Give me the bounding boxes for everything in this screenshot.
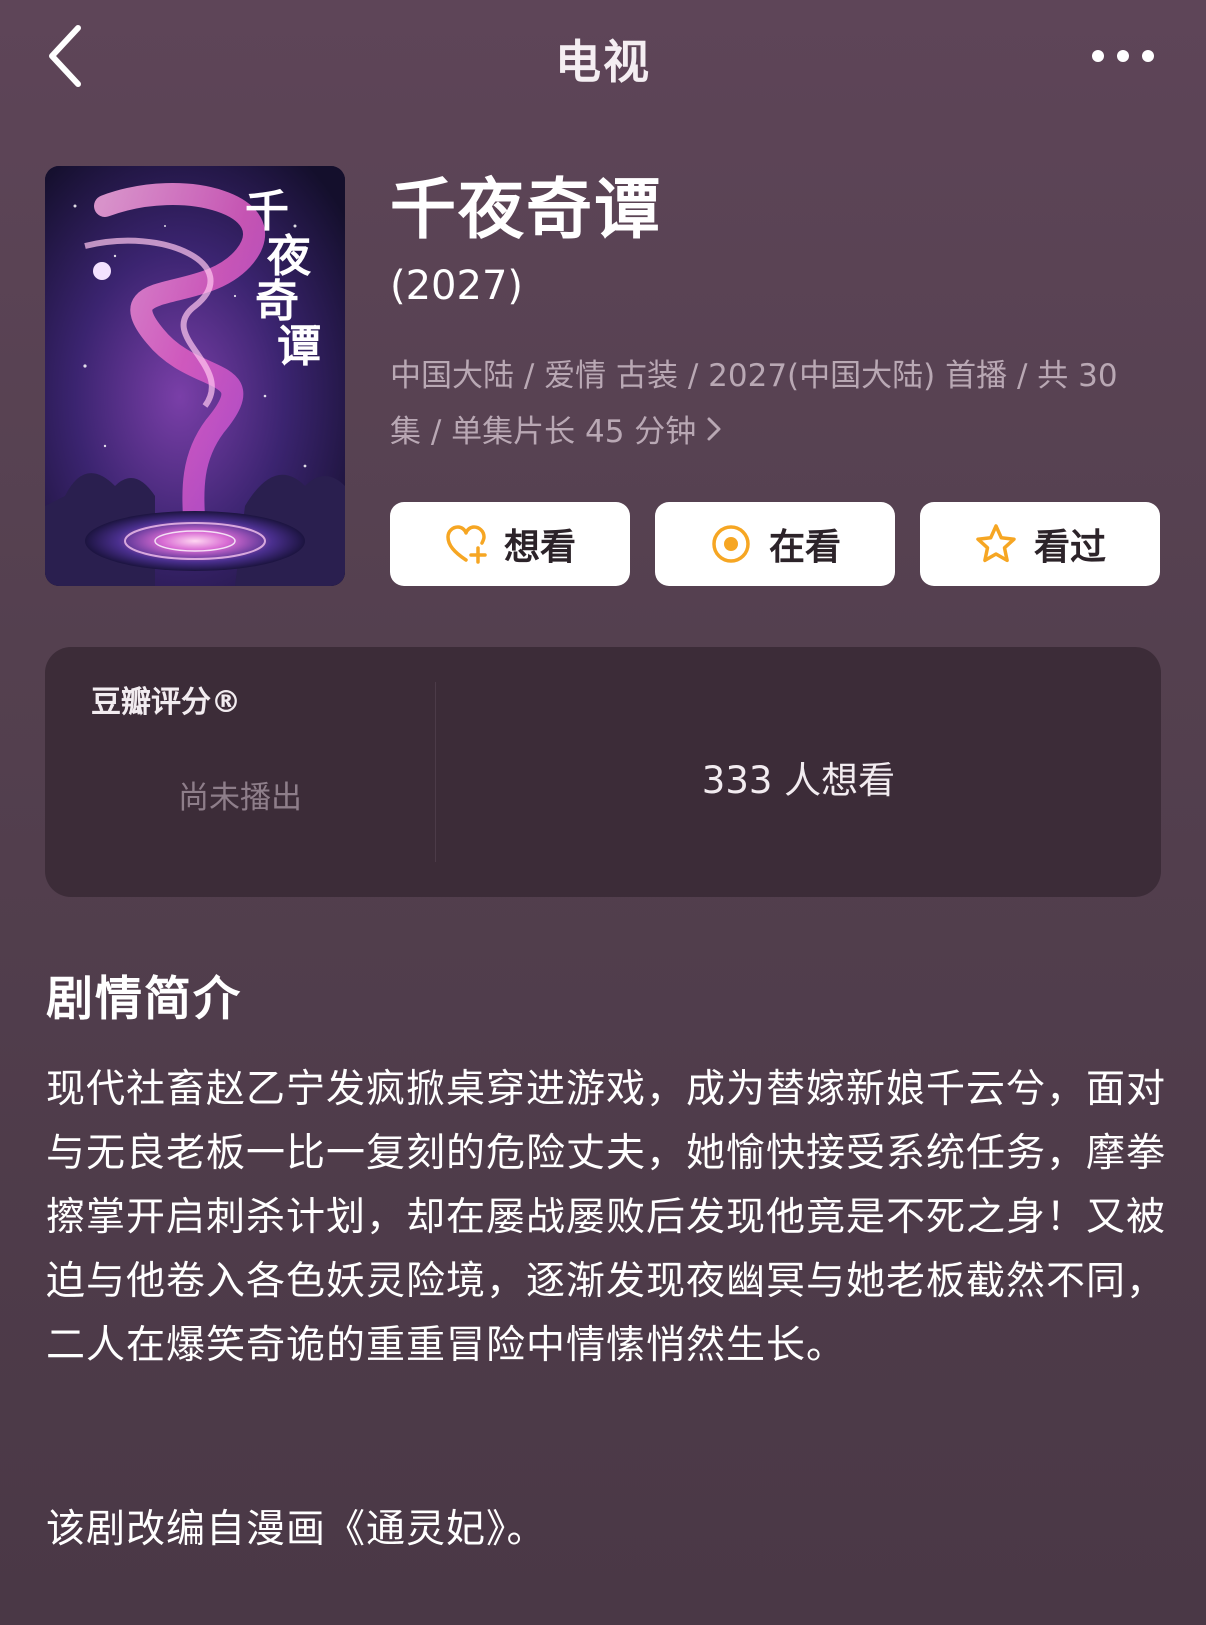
page-title: 电视	[555, 35, 651, 89]
show-meta-text: 中国大陆 / 爱情 古装 / 2027(中国大陆) 首播 / 共 30 集 / …	[390, 358, 1118, 450]
synopsis-heading: 剧情简介	[46, 972, 242, 1027]
action-buttons: 想看 在看 看过	[390, 502, 1162, 586]
more-button[interactable]	[1088, 36, 1158, 76]
rating-card: 豆瓣评分® 尚未播出 333 人想看	[45, 647, 1161, 897]
heart-plus-icon	[444, 522, 488, 566]
synopsis-note: 该剧改编自漫画《通灵妃》。	[46, 1507, 547, 1552]
show-year: (2027)	[390, 263, 524, 309]
poster-title-char: 夜	[266, 231, 312, 282]
want-label: 想看	[503, 527, 576, 568]
nav-bar: 电视	[0, 0, 1206, 112]
rating-label: 豆瓣评分®	[91, 685, 241, 720]
synopsis-body: 现代社畜赵乙宁发疯掀桌穿进游戏，成为替嫁新娘千云兮，面对与无良老板一比一复刻的危…	[46, 1067, 1167, 1368]
more-dots-icon	[1092, 50, 1154, 62]
watched-label: 看过	[1033, 527, 1106, 568]
poster-title-char: 谭	[277, 321, 321, 372]
poster-image[interactable]: 千 夜 奇 谭	[45, 166, 345, 586]
watching-label: 在看	[768, 527, 841, 568]
target-icon	[709, 522, 753, 566]
watched-button[interactable]: 看过	[920, 502, 1160, 586]
poster-title-char: 奇	[255, 276, 299, 327]
rating-status: 尚未播出	[178, 780, 302, 816]
watching-button[interactable]: 在看	[655, 502, 895, 586]
star-icon	[974, 522, 1018, 566]
poster-title-char: 千	[245, 186, 289, 237]
show-title: 千夜奇谭	[390, 171, 662, 248]
chevron-right-icon	[704, 406, 724, 462]
show-meta[interactable]: 中国大陆 / 爱情 古装 / 2027(中国大陆) 首播 / 共 30 集 / …	[390, 348, 1150, 462]
want-count: 333 人想看	[701, 759, 896, 802]
show-info: 千夜奇谭 (2027) 中国大陆 / 爱情 古装 / 2027(中国大陆) 首播…	[390, 170, 1170, 462]
want-button[interactable]: 想看	[390, 502, 630, 586]
